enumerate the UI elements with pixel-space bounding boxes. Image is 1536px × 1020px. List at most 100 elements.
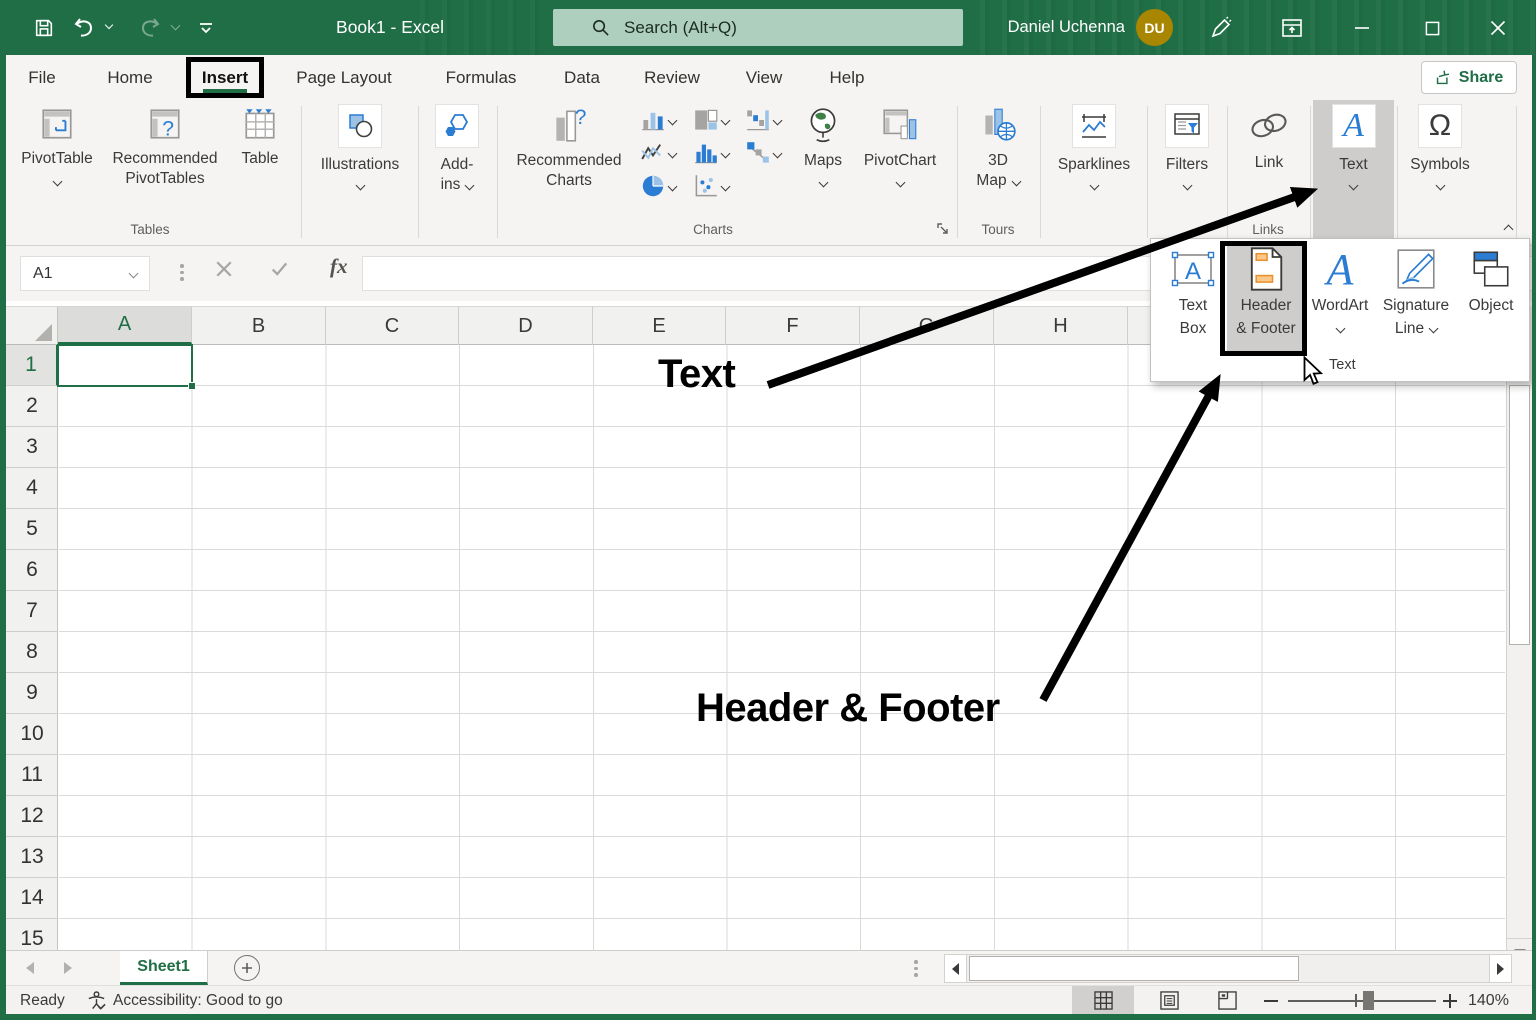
link-button[interactable]: Link [1238,104,1300,173]
row-header-3[interactable]: 3 [6,427,58,468]
treemap-chart-icon[interactable] [694,108,729,132]
sparklines-button[interactable]: Sparklines [1051,104,1137,189]
table-button[interactable]: Table [232,104,288,169]
sheet-next-icon[interactable] [64,962,72,974]
filters-button[interactable]: Filters [1158,104,1216,189]
pivotchart-button[interactable]: PivotChart [855,104,945,186]
zoom-slider-thumb[interactable] [1363,991,1374,1010]
add-sheet-button[interactable] [234,955,260,981]
menu-item-text-box[interactable]: A Text Box [1161,244,1225,354]
column-header-c[interactable]: C [326,307,459,345]
row-header-12[interactable]: 12 [6,796,58,837]
column-header-f[interactable]: F [726,307,860,345]
menu-item-signature-line[interactable]: Signature Line [1375,244,1457,354]
symbols-button[interactable]: Ω Symbols [1404,104,1476,189]
accessibility-status[interactable]: Accessibility: Good to go [113,986,283,1015]
text-button[interactable]: A Text [1313,104,1394,189]
waterfall-chart-icon[interactable] [746,108,781,132]
save-icon[interactable] [30,14,58,42]
maps-button[interactable]: Maps [797,104,849,186]
selected-cell-a1[interactable] [57,344,193,387]
select-all-corner[interactable] [6,307,58,345]
view-page-break-button[interactable] [1204,986,1250,1015]
menu-item-object[interactable]: Object [1459,244,1523,354]
avatar[interactable]: DU [1136,9,1173,46]
launcher-pen-icon[interactable] [1206,14,1234,42]
tab-view[interactable]: View [740,55,789,100]
enter-check-icon[interactable] [270,260,289,283]
zoom-out-button[interactable] [1259,986,1283,1015]
user-name[interactable]: Daniel Uchenna [985,0,1125,55]
recommended-pivottables-button[interactable]: ? Recommended PivotTables [104,104,226,189]
sheet-tab-sheet1[interactable]: Sheet1 [120,951,208,985]
column-header-g[interactable]: G [860,307,994,345]
row-header-6[interactable]: 6 [6,550,58,591]
tab-page-layout[interactable]: Page Layout [290,55,397,100]
row-header-8[interactable]: 8 [6,632,58,673]
menu-item-wordart[interactable]: A WordArt [1307,244,1373,354]
row-header-11[interactable]: 11 [6,755,58,796]
cancel-icon[interactable] [215,260,233,283]
fx-icon[interactable]: fx [330,254,348,279]
minimize-button[interactable] [1348,14,1376,42]
histogram-chart-icon[interactable] [694,141,729,165]
cell-grid[interactable] [59,345,1505,950]
add-ins-button[interactable]: Add- ins [424,104,490,195]
tab-scrollbar-splitter[interactable] [914,957,918,980]
funnel-chart-icon[interactable] [746,141,781,165]
undo-dropdown-icon[interactable] [105,21,113,29]
column-header-e[interactable]: E [593,307,726,345]
horizontal-scrollbar[interactable] [944,954,1512,983]
scroll-right-icon[interactable] [1489,955,1511,982]
tab-help[interactable]: Help [824,55,871,100]
close-button[interactable] [1484,14,1512,42]
row-header-14[interactable]: 14 [6,878,58,919]
share-button[interactable]: Share [1421,61,1517,94]
recommended-charts-button[interactable]: ? Recommended Charts [508,104,630,191]
row-header-5[interactable]: 5 [6,509,58,550]
column-header-b[interactable]: B [192,307,326,345]
tab-home[interactable]: Home [101,55,158,100]
redo-dropdown-icon[interactable] [171,21,181,31]
3d-map-button[interactable]: 3D Map [968,104,1028,191]
column-header-d[interactable]: D [459,307,593,345]
customize-quick-access-icon[interactable] [192,14,220,42]
illustrations-button[interactable]: Illustrations [309,104,411,189]
name-box[interactable]: A1 [20,256,150,291]
row-header-4[interactable]: 4 [6,468,58,509]
row-header-9[interactable]: 9 [6,673,58,714]
row-header-10[interactable]: 10 [6,714,58,755]
tab-review[interactable]: Review [638,55,706,100]
column-header-h[interactable]: H [994,307,1128,345]
redo-icon[interactable] [136,14,164,42]
zoom-level[interactable]: 140% [1468,986,1509,1015]
row-header-13[interactable]: 13 [6,837,58,878]
tab-data[interactable]: Data [558,55,606,100]
pie-chart-icon[interactable] [641,174,676,198]
tab-file[interactable]: File [22,55,61,100]
vertical-scroll-thumb[interactable] [1509,385,1530,645]
view-page-layout-button[interactable] [1146,986,1192,1015]
line-chart-icon[interactable] [641,141,676,165]
search-input[interactable]: Search (Alt+Q) [553,9,963,46]
row-header-7[interactable]: 7 [6,591,58,632]
view-normal-button[interactable] [1072,986,1134,1015]
column-header-a[interactable]: A [58,307,192,344]
zoom-in-button[interactable] [1438,986,1462,1015]
formula-bar-resize-handle[interactable] [180,261,184,284]
maximize-button[interactable] [1418,14,1446,42]
vertical-scrollbar[interactable] [1506,306,1532,968]
sheet-prev-icon[interactable] [26,962,34,974]
fill-handle[interactable] [188,382,196,390]
tab-formulas[interactable]: Formulas [440,55,523,100]
scroll-left-icon[interactable] [945,955,967,982]
scatter-chart-icon[interactable] [694,174,729,198]
row-header-2[interactable]: 2 [6,386,58,427]
row-header-1[interactable]: 1 [6,345,58,386]
zoom-slider-track[interactable] [1288,1000,1436,1002]
charts-dialog-launcher-icon[interactable] [936,222,951,242]
column-chart-icon[interactable] [641,108,676,132]
name-box-dropdown-icon[interactable] [129,269,139,279]
horizontal-scroll-thumb[interactable] [969,956,1299,981]
collapse-ribbon-icon[interactable] [1504,225,1514,235]
